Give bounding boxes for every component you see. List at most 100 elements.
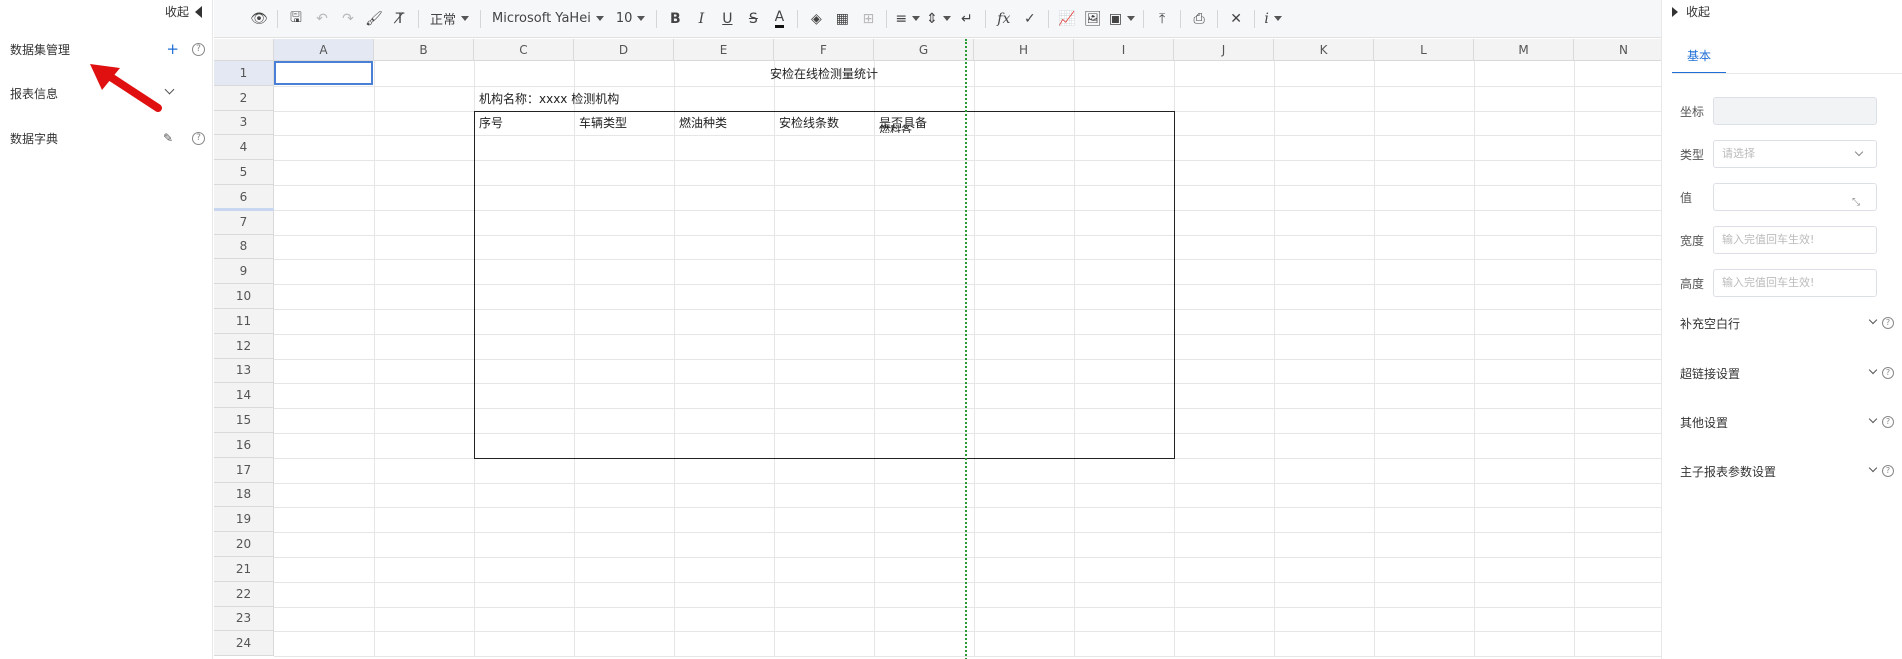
- borders-icon[interactable]: ▦: [829, 6, 855, 32]
- bold-icon[interactable]: B: [662, 6, 688, 32]
- help-icon[interactable]: ?: [192, 42, 205, 56]
- value-input[interactable]: ⤡: [1713, 183, 1877, 211]
- right-collapse-button[interactable]: 收起: [1672, 3, 1710, 20]
- column-header[interactable]: J: [1174, 39, 1274, 61]
- row-header[interactable]: 20: [214, 532, 274, 557]
- help-icon[interactable]: ?: [192, 131, 205, 145]
- row-header[interactable]: 23: [214, 606, 274, 632]
- help-icon[interactable]: ?: [1882, 465, 1894, 477]
- column-header[interactable]: D: [574, 39, 674, 61]
- underline-icon[interactable]: U: [714, 6, 740, 32]
- row-header[interactable]: 8: [214, 234, 274, 260]
- chevron-down-icon[interactable]: [1868, 315, 1878, 325]
- column-header[interactable]: N: [1574, 39, 1661, 61]
- text-wrap-icon[interactable]: ↵: [954, 6, 980, 32]
- column-header[interactable]: C: [474, 39, 574, 61]
- help-icon[interactable]: ?: [1882, 317, 1894, 329]
- row-header[interactable]: 16: [214, 433, 274, 458]
- column-header[interactable]: I: [1074, 39, 1174, 61]
- pencil-icon[interactable]: ✎: [163, 131, 173, 145]
- chevron-down-icon[interactable]: [1868, 463, 1878, 473]
- sheet-corner[interactable]: [214, 39, 274, 61]
- chevron-down-icon[interactable]: [1868, 414, 1878, 424]
- row-header[interactable]: 21: [214, 557, 274, 582]
- collapsible-section[interactable]: 补充空白行?: [1680, 313, 1894, 333]
- vertical-align-icon[interactable]: ⇕: [923, 6, 954, 32]
- column-header[interactable]: M: [1474, 39, 1574, 61]
- row-header[interactable]: 7: [214, 209, 274, 235]
- tab-basic[interactable]: 基本: [1672, 44, 1726, 74]
- expand-icon[interactable]: ⤡: [1852, 190, 1860, 216]
- fill-color-icon[interactable]: ◈: [803, 6, 829, 32]
- row-header[interactable]: 1: [214, 61, 274, 86]
- help-icon[interactable]: ?: [1882, 367, 1894, 379]
- row-header[interactable]: 10: [214, 284, 274, 309]
- column-header[interactable]: B: [374, 39, 474, 61]
- column-header[interactable]: L: [1374, 39, 1474, 61]
- row-header[interactable]: 17: [214, 457, 274, 483]
- font-color-icon[interactable]: A: [766, 6, 792, 32]
- collapsible-section[interactable]: 超链接设置?: [1680, 363, 1894, 383]
- redo-icon[interactable]: ↷: [335, 6, 361, 32]
- sidebar-item-dictionary[interactable]: 数据字典 ✎ ?: [0, 128, 213, 148]
- upload-icon[interactable]: ⤒: [1149, 6, 1175, 32]
- width-input[interactable]: 输入完值回车生效!: [1713, 226, 1877, 254]
- height-input[interactable]: 输入完值回车生效!: [1713, 269, 1877, 297]
- type-select[interactable]: 请选择: [1713, 140, 1877, 168]
- font-family-select[interactable]: Microsoft YaHei: [486, 6, 610, 32]
- column-header[interactable]: A: [274, 39, 374, 61]
- row-resize-handle[interactable]: [214, 207, 274, 211]
- chevron-down-icon[interactable]: [1868, 365, 1878, 375]
- clear-format-icon-glyph: T̸: [395, 10, 405, 27]
- row-header[interactable]: 24: [214, 631, 274, 657]
- help-icon[interactable]: ?: [1882, 416, 1894, 428]
- row-header[interactable]: 2: [214, 85, 274, 111]
- column-header[interactable]: F: [774, 39, 874, 61]
- row-header[interactable]: 4: [214, 135, 274, 161]
- selected-cell[interactable]: [274, 61, 373, 85]
- row-header[interactable]: 5: [214, 160, 274, 185]
- row-header[interactable]: 15: [214, 408, 274, 433]
- plus-icon[interactable]: +: [166, 40, 179, 58]
- column-header[interactable]: G: [874, 39, 974, 61]
- row-header[interactable]: 11: [214, 309, 274, 334]
- strikethrough-icon[interactable]: S: [740, 6, 766, 32]
- row-header[interactable]: 6: [214, 185, 274, 210]
- font-size-select[interactable]: 10: [610, 6, 652, 32]
- column-header[interactable]: K: [1274, 39, 1374, 61]
- column-header[interactable]: E: [674, 39, 774, 61]
- row-header[interactable]: 9: [214, 259, 274, 285]
- collapsible-section[interactable]: 其他设置?: [1680, 412, 1894, 432]
- tools-icon[interactable]: ✕: [1223, 6, 1249, 32]
- chart-icon[interactable]: 📈: [1054, 6, 1080, 32]
- row-header[interactable]: 3: [214, 110, 274, 136]
- undo-icon[interactable]: ↶: [309, 6, 335, 32]
- row-header[interactable]: 13: [214, 358, 274, 384]
- italic-icon[interactable]: I: [688, 6, 714, 32]
- row-header[interactable]: 18: [214, 482, 274, 508]
- row-header[interactable]: 14: [214, 383, 274, 409]
- data-validation-icon[interactable]: ✓: [1017, 6, 1043, 32]
- row-header[interactable]: 12: [214, 333, 274, 359]
- column-header[interactable]: H: [974, 39, 1074, 61]
- formula-icon[interactable]: fx: [991, 6, 1017, 32]
- save-icon[interactable]: 🖫: [283, 6, 309, 32]
- info-icon[interactable]: i: [1260, 6, 1286, 32]
- row-header[interactable]: 19: [214, 507, 274, 533]
- qrcode-icon[interactable]: ▣: [1106, 6, 1138, 32]
- print-icon[interactable]: ⎙: [1186, 6, 1212, 32]
- format-painter-icon[interactable]: 🖌: [361, 6, 387, 32]
- row-header[interactable]: 22: [214, 581, 274, 607]
- preview-icon[interactable]: 👁: [246, 6, 272, 32]
- spreadsheet[interactable]: ABCDEFGHIJKLMN 1 2 3 4 5 6 7 8 9 10 11 12 13 14 15 16 17…: [214, 39, 1661, 659]
- number-format-select[interactable]: 正常: [424, 6, 475, 32]
- sidebar-item-dataset[interactable]: 数据集管理 + ?: [0, 39, 213, 59]
- clear-format-icon[interactable]: T̸: [387, 6, 413, 32]
- underline-icon-glyph: U: [722, 10, 733, 27]
- image-icon[interactable]: 🖼: [1080, 6, 1106, 32]
- left-collapse-button[interactable]: 收起: [165, 3, 202, 20]
- merge-cells-icon[interactable]: ⊞: [855, 6, 881, 32]
- horizontal-align-icon[interactable]: ≡: [892, 6, 923, 32]
- coord-input[interactable]: [1713, 97, 1877, 125]
- collapsible-section[interactable]: 主子报表参数设置?: [1680, 461, 1894, 481]
